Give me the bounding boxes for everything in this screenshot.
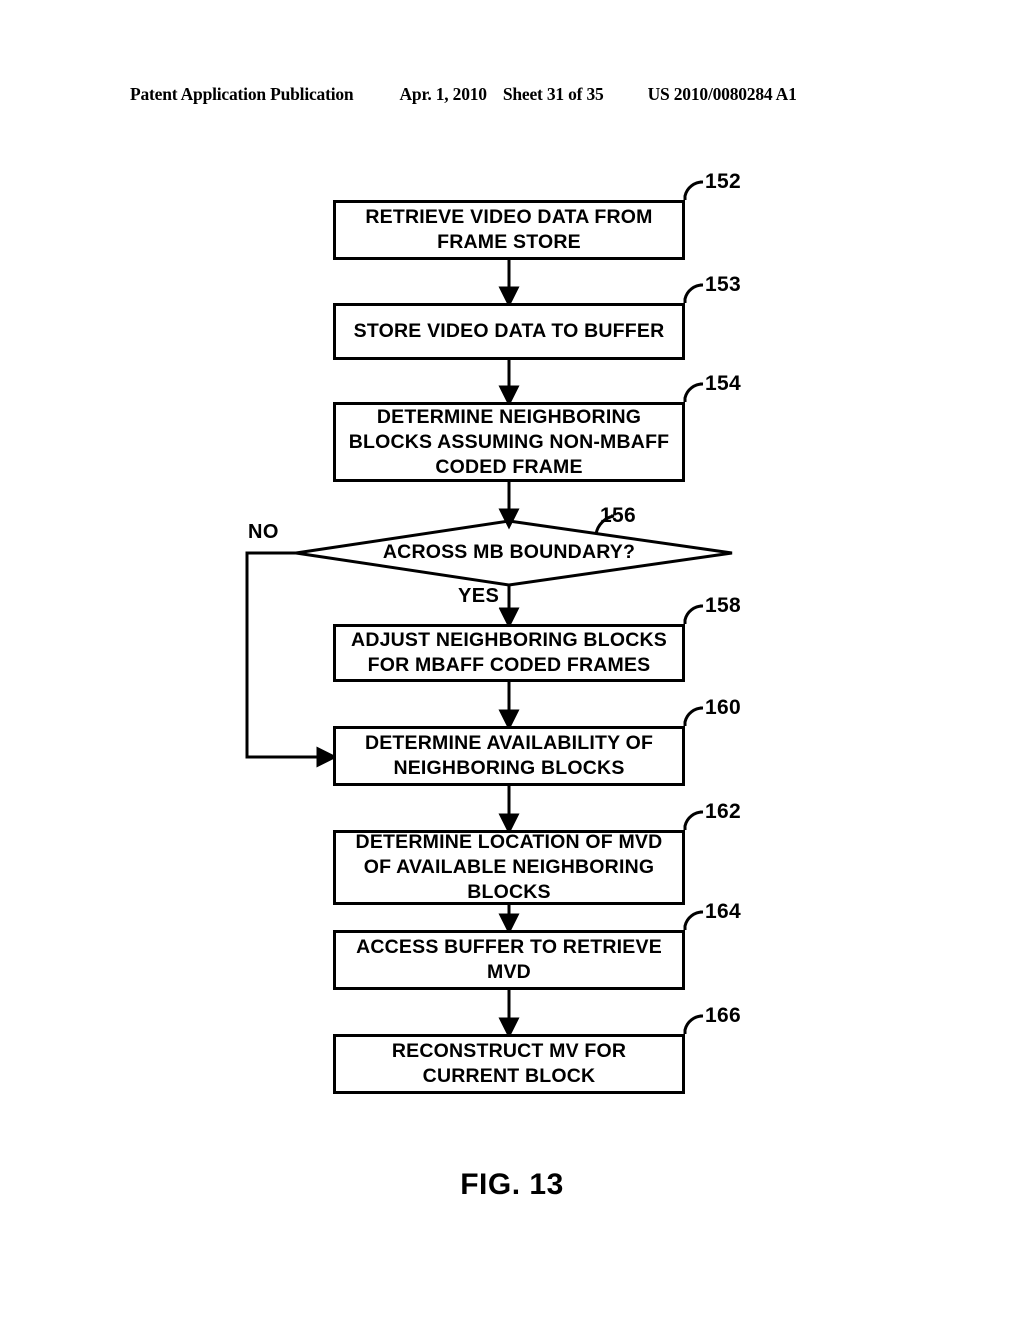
process-box-153-label: STORE VIDEO DATA TO BUFFER (353, 320, 665, 342)
process-box-160[interactable]: DETERMINE AVAILABILITY OF NEIGHBORING BL… (333, 726, 685, 786)
reference-number-154: 154 (705, 372, 741, 395)
reference-number-162: 162 (705, 800, 741, 823)
leader-line-154 (683, 382, 704, 402)
branch-label-yes: YES (458, 585, 500, 608)
branch-label-no: NO (248, 521, 279, 544)
process-box-158[interactable]: ADJUST NEIGHBORING BLOCKS FOR MBAFF CODE… (333, 624, 685, 682)
process-box-166[interactable]: RECONSTRUCT MV FOR CURRENT BLOCK (333, 1034, 685, 1094)
reference-number-164: 164 (705, 900, 741, 923)
process-box-154-label: DETERMINE NEIGHBORING BLOCKS ASSUMING NO… (348, 405, 670, 478)
reference-number-153: 153 (705, 273, 741, 296)
reference-number-166: 166 (705, 1004, 741, 1027)
leader-line-160 (683, 706, 704, 726)
flowchart: RETRIEVE VIDEO DATA FROM FRAME STORE STO… (0, 0, 1024, 1320)
process-box-154[interactable]: DETERMINE NEIGHBORING BLOCKS ASSUMING NO… (333, 402, 685, 482)
process-box-153[interactable]: STORE VIDEO DATA TO BUFFER (333, 303, 685, 360)
reference-number-158: 158 (705, 594, 741, 617)
reference-number-160: 160 (705, 696, 741, 719)
leader-line-166 (683, 1014, 704, 1034)
connector-156-160-no (245, 551, 338, 768)
figure-caption: FIG. 13 (460, 1168, 564, 1201)
process-box-164[interactable]: ACCESS BUFFER TO RETRIEVE MVD (333, 930, 685, 990)
process-box-162-label: DETERMINE LOCATION OF MVD OF AVAILABLE N… (355, 831, 663, 903)
process-box-166-label: RECONSTRUCT MV FOR CURRENT BLOCK (391, 1040, 627, 1087)
process-box-160-label: DETERMINE AVAILABILITY OF NEIGHBORING BL… (364, 732, 654, 779)
leader-line-164 (683, 910, 704, 930)
patent-figure-page: Patent Application Publication Apr. 1, 2… (0, 0, 1024, 1320)
leader-line-153 (683, 283, 704, 303)
leader-line-158 (683, 604, 704, 624)
process-box-152-label: RETRIEVE VIDEO DATA FROM FRAME STORE (365, 206, 653, 253)
process-box-158-label: ADJUST NEIGHBORING BLOCKS FOR MBAFF CODE… (351, 629, 667, 676)
process-box-164-label: ACCESS BUFFER TO RETRIEVE MVD (356, 936, 662, 983)
process-box-152[interactable]: RETRIEVE VIDEO DATA FROM FRAME STORE (333, 200, 685, 260)
process-box-162[interactable]: DETERMINE LOCATION OF MVD OF AVAILABLE N… (333, 830, 685, 905)
reference-number-156: 156 (600, 504, 636, 527)
leader-line-162 (683, 810, 704, 830)
leader-line-152 (683, 180, 704, 200)
reference-number-152: 152 (705, 170, 741, 193)
decision-box-156-label[interactable]: ACROSS MB BOUNDARY? (289, 541, 729, 564)
